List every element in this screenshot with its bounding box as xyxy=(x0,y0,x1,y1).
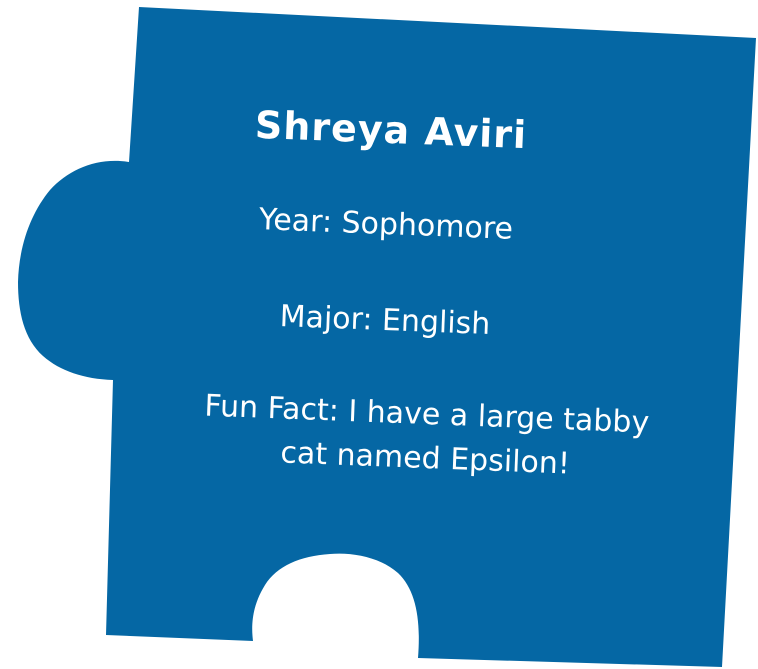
card-text: Shreya Aviri Year: Sophomore Major: Engl… xyxy=(0,0,758,669)
person-name: Shreya Aviri xyxy=(254,102,528,158)
major-field: Major: English xyxy=(279,298,491,343)
year-field: Year: Sophomore xyxy=(258,202,514,247)
fun-fact: Fun Fact: I have a large tabby cat named… xyxy=(202,384,650,489)
puzzle-piece-card: Shreya Aviri Year: Sophomore Major: Engl… xyxy=(0,0,758,669)
